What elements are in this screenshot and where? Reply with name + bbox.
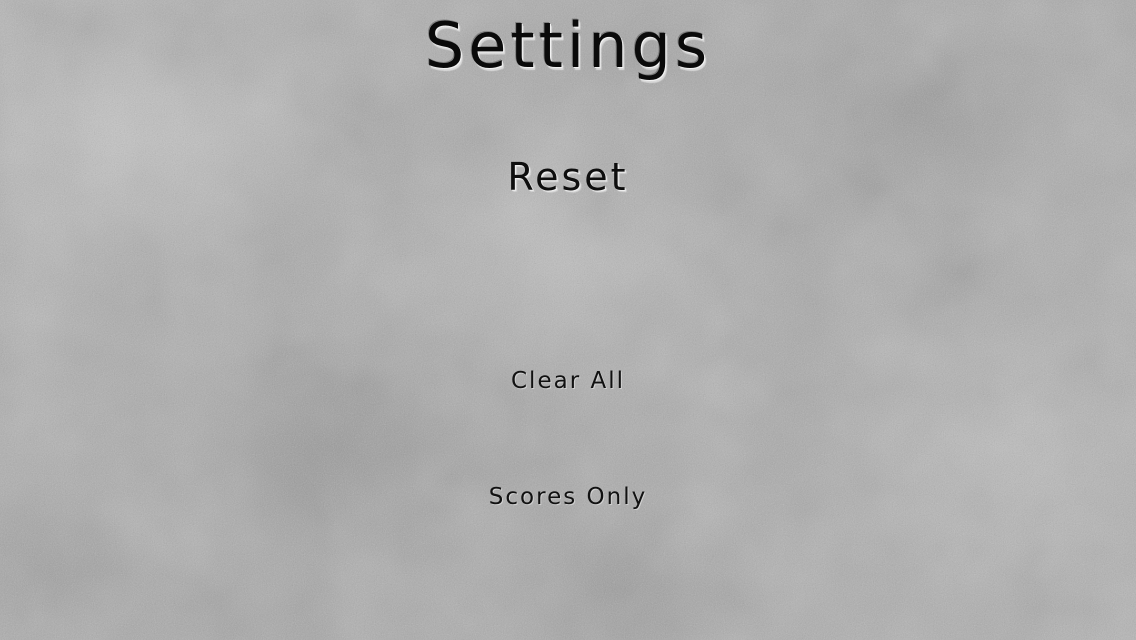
clear-all-button[interactable]: Clear All <box>468 361 668 401</box>
page-title: Settings <box>424 9 712 82</box>
reset-section-heading: Reset <box>507 155 629 199</box>
scores-only-button[interactable]: Scores Only <box>448 477 688 517</box>
background-noise-overlay <box>0 0 1136 640</box>
